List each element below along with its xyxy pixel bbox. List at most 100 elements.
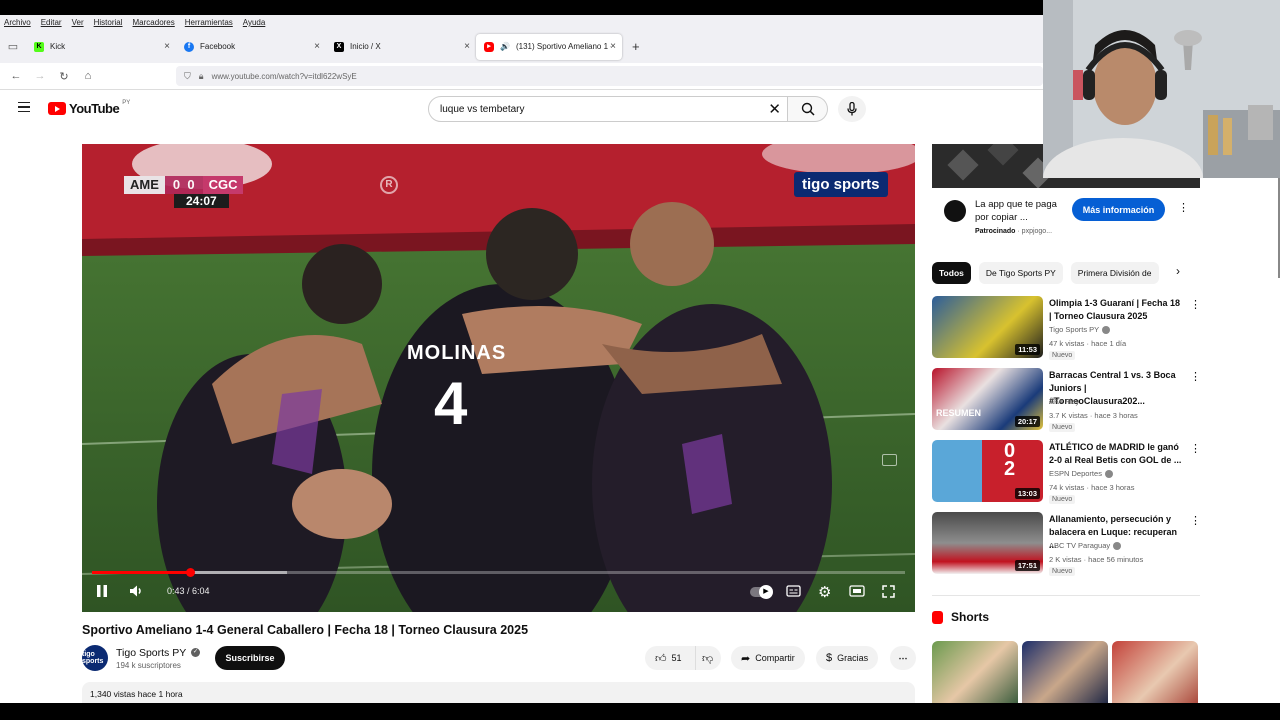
shield-icon[interactable]: ⛉ <box>184 71 191 82</box>
ad-pattern <box>987 144 1019 166</box>
settings-icon[interactable]: ⚙ <box>818 583 831 601</box>
browser-menubar: Archivo Editar Ver Historial Marcadores … <box>0 15 1043 30</box>
ad-cta-button[interactable]: Más información <box>1072 198 1165 221</box>
search-button[interactable] <box>788 96 828 122</box>
list-item[interactable]: 11:53 Olimpia 1-3 Guaraní | Fecha 18 | T… <box>932 296 1201 360</box>
jersey-number: 4 <box>434 370 468 437</box>
menu-herramientas[interactable]: Herramientas <box>185 18 233 27</box>
share-icon: ➦ <box>741 652 751 665</box>
video-meta: 3.7 K vistas · hace 3 horas <box>1049 411 1138 420</box>
video-thumbnail[interactable]: 17:51 <box>932 512 1043 574</box>
menu-historial[interactable]: Historial <box>94 18 123 27</box>
webcam-feed <box>1043 0 1280 178</box>
chip-todos[interactable]: Todos <box>932 262 971 284</box>
ad-text: La app que te paga por copiar ... <box>975 199 1057 223</box>
short-thumbnail[interactable] <box>1022 641 1108 703</box>
close-tab-icon[interactable]: × <box>610 41 616 52</box>
channel-name: AFA Play <box>1049 397 1079 406</box>
chip-channel[interactable]: De Tigo Sports PY <box>978 262 1063 284</box>
subscriber-count: 194 k suscriptores <box>116 661 181 670</box>
reload-icon[interactable]: ↻ <box>52 70 76 83</box>
share-button[interactable]: ➦ Compartir <box>731 646 805 670</box>
subtitles-icon[interactable] <box>786 585 801 600</box>
tab-overview-icon[interactable]: ▭ <box>0 40 26 53</box>
channel-name: Tigo Sports PY <box>1049 325 1111 335</box>
lock-icon[interactable]: 🔒︎ <box>199 71 204 82</box>
menu-editar[interactable]: Editar <box>41 18 62 27</box>
audio-playing-icon[interactable]: 🔊 <box>500 42 510 51</box>
video-title[interactable]: ATLÉTICO de MADRID le ganó 2-0 al Real B… <box>1049 441 1184 467</box>
channel-avatar[interactable]: tigo sports <box>82 645 108 671</box>
video-meta: 74 k vistas · hace 3 horas <box>1049 483 1135 492</box>
channel-name[interactable]: Tigo Sports PY <box>116 647 186 659</box>
theater-mode-icon[interactable] <box>849 585 865 600</box>
tab-x[interactable]: X Inicio / X × <box>326 34 476 60</box>
clear-search-icon[interactable]: ✕ <box>768 100 781 118</box>
back-icon[interactable]: ← <box>4 70 28 82</box>
more-vert-icon[interactable]: ⋮ <box>1178 201 1189 214</box>
new-tab-button[interactable]: + <box>632 39 640 54</box>
video-meta: 2 K vistas · hace 56 minutos <box>1049 555 1144 564</box>
dislike-button[interactable]: 👎︎ <box>695 646 721 670</box>
url-text: www.youtube.com/watch?v=itdl622wSyE <box>211 71 357 81</box>
thumbnail-score: 02 <box>1004 440 1016 480</box>
pause-icon[interactable] <box>96 584 108 601</box>
ad-card[interactable]: La app que te paga por copiar ... Patroc… <box>932 188 1200 248</box>
list-item[interactable]: RESUMEN 20:17 Barracas Central 1 vs. 3 B… <box>932 368 1201 432</box>
video-meta: 47 k vistas · hace 1 día <box>1049 339 1127 348</box>
tab-kick[interactable]: K Kick × <box>26 34 176 60</box>
video-title[interactable]: Olimpia 1-3 Guaraní | Fecha 18 | Torneo … <box>1049 297 1184 323</box>
tab-label: Facebook <box>200 42 236 51</box>
video-thumbnail[interactable]: 02 13:03 <box>932 440 1043 502</box>
list-item[interactable]: 02 13:03 ATLÉTICO de MADRID le ganó 2-0 … <box>932 440 1201 504</box>
video-thumbnail[interactable]: 11:53 <box>932 296 1043 358</box>
home-icon[interactable]: ⌂ <box>76 70 100 82</box>
short-thumbnail[interactable] <box>932 641 1018 703</box>
close-tab-icon[interactable]: × <box>314 41 320 52</box>
short-thumbnail[interactable] <box>1112 641 1198 703</box>
menu-ayuda[interactable]: Ayuda <box>243 18 266 27</box>
volume-icon[interactable] <box>129 584 143 601</box>
thumbnail-text: RESUMEN <box>936 408 982 418</box>
close-tab-icon[interactable]: × <box>464 41 470 52</box>
voice-search-button[interactable] <box>838 96 866 122</box>
menu-marcadores[interactable]: Marcadores <box>133 18 175 27</box>
broadcaster-logo: tigo sports <box>794 172 888 197</box>
list-item[interactable]: 17:51 Allanamiento, persecución y balace… <box>932 512 1201 576</box>
menu-icon[interactable] <box>18 102 30 112</box>
channel-name-text: AFA Play <box>1049 397 1080 406</box>
address-bar[interactable]: ⛉ 🔒︎ www.youtube.com/watch?v=itdl622wSyE <box>176 66 1043 86</box>
verified-icon: ✓ <box>191 648 200 657</box>
thanks-button[interactable]: $ Gracias <box>816 646 879 670</box>
ad-domain: · pxpjogo... <box>1017 228 1053 235</box>
video-thumbnail[interactable]: RESUMEN 20:17 <box>932 368 1043 430</box>
fullscreen-icon[interactable] <box>882 585 895 601</box>
youtube-play-icon <box>48 102 66 115</box>
chevron-right-icon[interactable]: › <box>1176 264 1180 278</box>
menu-archivo[interactable]: Archivo <box>4 18 31 27</box>
subscribe-button[interactable]: Suscribirse <box>215 646 285 670</box>
menu-ver[interactable]: Ver <box>72 18 84 27</box>
autoplay-toggle[interactable]: ▶ <box>750 585 773 599</box>
close-tab-icon[interactable]: × <box>164 41 170 52</box>
section-divider <box>932 595 1200 596</box>
registered-icon: R <box>380 176 398 194</box>
description-box[interactable]: 1,340 vistas hace 1 hora <box>82 682 915 703</box>
chip-primera-division[interactable]: Primera División de <box>1070 262 1159 284</box>
forward-icon[interactable]: → <box>28 70 52 82</box>
miniplayer-icon[interactable] <box>882 454 897 466</box>
channel-name: ABC TV Paraguay <box>1049 541 1122 551</box>
jersey-name: MOLINAS <box>407 342 507 364</box>
like-button[interactable]: 👍︎ 51 <box>645 646 695 670</box>
youtube-logo[interactable]: YouTube PY <box>48 100 130 116</box>
thumbs-down-icon: 👎︎ <box>702 652 714 665</box>
tab-facebook[interactable]: f Facebook × <box>176 34 326 60</box>
video-player[interactable]: AME 0 0 CGC 24:07 R tigo sports MOLINAS … <box>82 144 915 612</box>
more-actions-button[interactable]: ⋯ <box>890 646 916 670</box>
search-input[interactable]: luque vs tembetary ✕ <box>428 96 788 122</box>
player-controls: 0:43 / 6:04 ▶ ⚙ <box>82 574 915 612</box>
sponsored-label: Patrocinado <box>975 228 1016 235</box>
thanks-icon: $ <box>826 652 833 664</box>
youtube-page: YouTube PY luque vs tembetary ✕ AME 0 0 … <box>0 90 1280 703</box>
tab-youtube[interactable]: ▸ 🔊 (131) Sportivo Ameliano 1 - × <box>476 33 622 60</box>
